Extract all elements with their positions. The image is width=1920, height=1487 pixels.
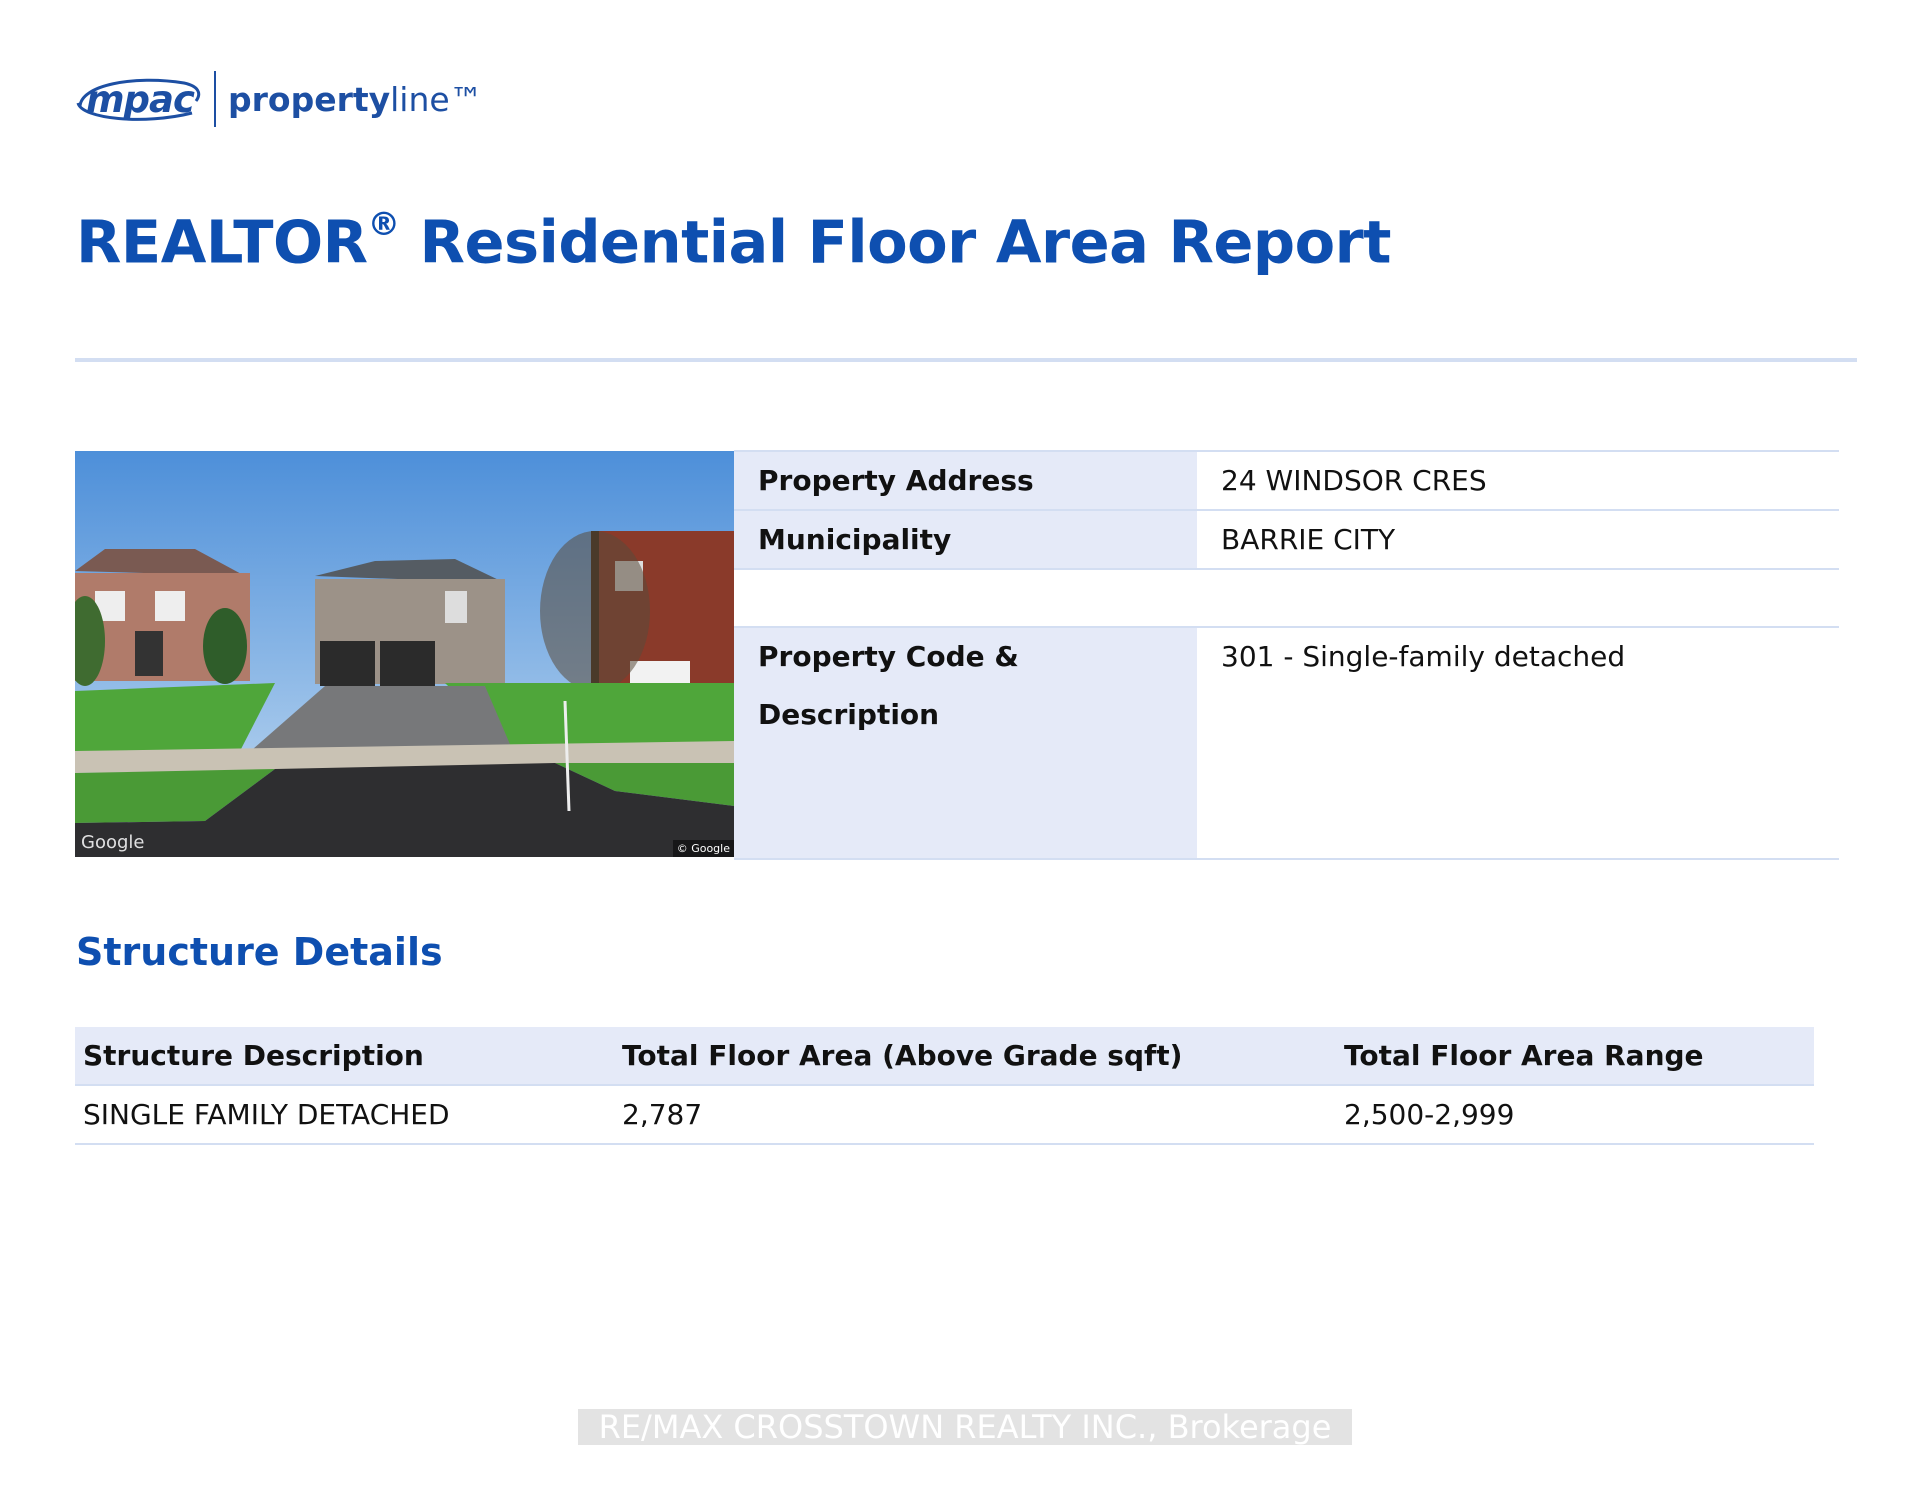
property-address-row: Property Address 24 WINDSOR CRES (734, 450, 1839, 511)
property-code-row: Property Code & Description 301 - Single… (734, 626, 1839, 860)
structure-header-row: Structure Description Total Floor Area (… (75, 1027, 1814, 1086)
structure-description-header: Structure Description (75, 1027, 614, 1086)
property-photo: Google © Google (75, 451, 734, 857)
google-watermark: Google (81, 832, 145, 853)
property-info-table: Property Address 24 WINDSOR CRES Municip… (734, 450, 1839, 860)
propertyline-bold: property (228, 79, 391, 119)
structure-details-table: Structure Description Total Floor Area (… (75, 1027, 1814, 1145)
spacer-cell (734, 569, 1839, 628)
mpac-logo: mpac (74, 73, 204, 125)
propertyline-light: line™ (390, 79, 483, 119)
municipality-label: Municipality (734, 509, 1197, 570)
municipality-value: BARRIE CITY (1197, 509, 1839, 570)
brokerage-footer: RE/MAX CROSSTOWN REALTY INC., Brokerage (578, 1409, 1352, 1445)
title-realtor: REALTOR (76, 207, 368, 277)
property-code-value: 301 - Single-family detached (1197, 626, 1839, 860)
title-rest: Residential Floor Area Report (399, 207, 1392, 277)
logo-divider (214, 71, 216, 127)
mpac-wordmark: mpac (86, 78, 195, 121)
house-street-photo (75, 451, 734, 857)
floor-area-range-cell: 2,500-2,999 (1336, 1085, 1814, 1145)
structure-description-cell: SINGLE FAMILY DETACHED (75, 1085, 614, 1145)
municipality-row: Municipality BARRIE CITY (734, 509, 1839, 570)
table-row: SINGLE FAMILY DETACHED 2,787 2,500-2,999 (75, 1085, 1814, 1145)
property-code-label: Property Code & Description (734, 626, 1197, 860)
total-floor-area-cell: 2,787 (614, 1085, 1336, 1145)
registered-mark: ® (367, 205, 400, 243)
header-divider (75, 358, 1857, 362)
structure-details-heading: Structure Details (76, 930, 443, 974)
spacer-row (734, 569, 1839, 628)
property-address-value: 24 WINDSOR CRES (1197, 450, 1839, 511)
total-floor-area-header: Total Floor Area (Above Grade sqft) (614, 1027, 1336, 1086)
google-copyright: © Google (672, 840, 734, 857)
propertyline-wordmark: propertyline™ (228, 80, 483, 119)
mpac-propertyline-logo: mpac propertyline™ (74, 68, 483, 130)
report-title: REALTOR® Residential Floor Area Report (76, 205, 1391, 277)
property-address-label: Property Address (734, 450, 1197, 511)
floor-area-range-header: Total Floor Area Range (1336, 1027, 1814, 1086)
